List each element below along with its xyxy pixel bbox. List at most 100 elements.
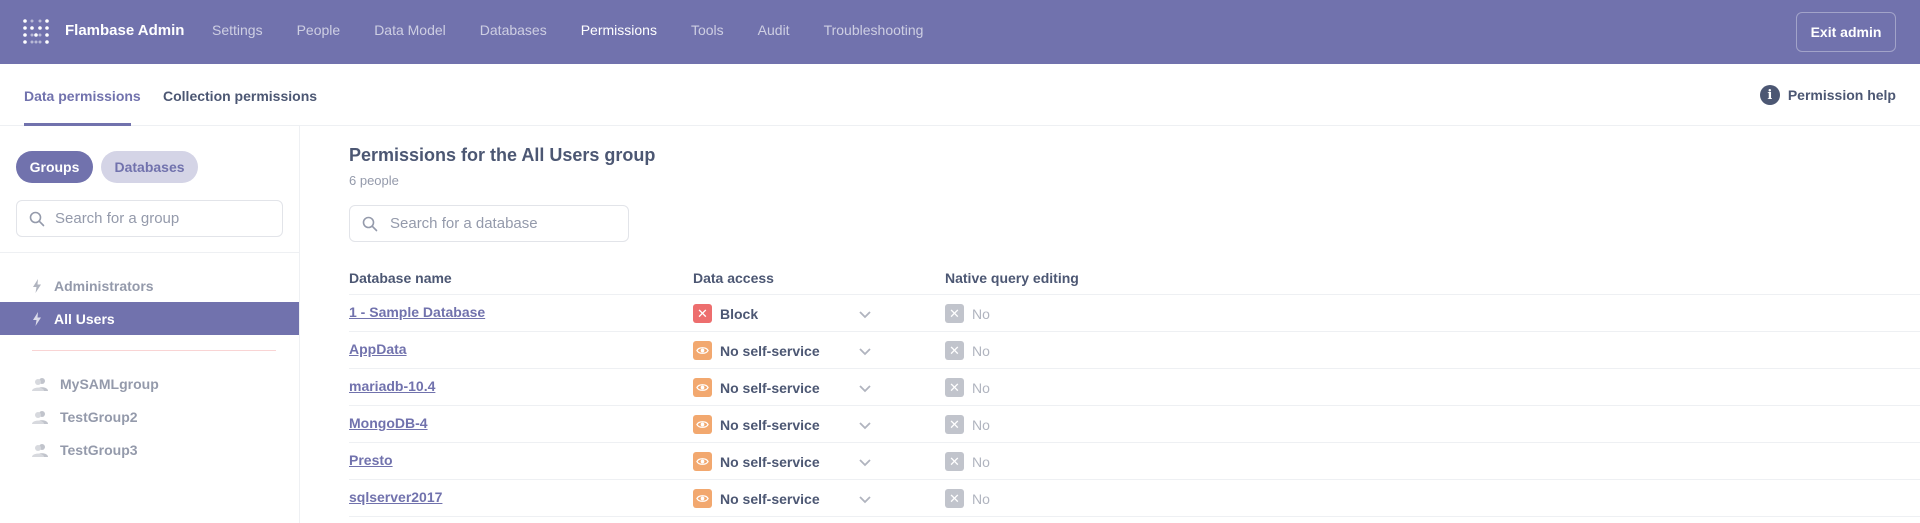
native-query-cell: ✕ No [945,489,990,508]
database-link[interactable]: AppData [349,341,407,357]
logo-icon[interactable] [22,18,50,46]
data-access-select[interactable]: No self-service [693,378,820,397]
top-nav: Flambase Admin Settings People Data Mode… [0,0,1920,64]
database-search-input[interactable] [390,215,590,232]
table-row: sqlserver2017 No self-service ✕ No [349,480,1920,517]
database-link[interactable]: mariadb-10.4 [349,378,435,394]
table-header: Database name Data access Native query e… [349,262,1920,295]
nav-data-model[interactable]: Data Model [374,22,446,38]
users-icon [32,377,48,391]
eye-icon [693,415,712,434]
native-query-value: No [972,379,990,396]
users-icon [32,443,48,457]
table-row: MongoDB-4 No self-service ✕ No [349,406,1920,443]
exit-admin-button[interactable]: Exit admin [1796,12,1896,52]
nav-tools[interactable]: Tools [691,22,724,38]
eye-icon [693,489,712,508]
native-query-cell: ✕ No [945,341,990,360]
page-title: Permissions for the All Users group [349,145,656,165]
data-access-value: No self-service [720,379,820,396]
data-access-value: No self-service [720,453,820,470]
data-access-value: No self-service [720,416,820,433]
native-query-value: No [972,453,990,470]
eye-icon [693,341,712,360]
permission-help-link[interactable]: i Permission help [1759,85,1896,105]
groups-sidebar: Groups Databases Administrators All User… [0,126,300,523]
info-icon: i [1759,85,1780,105]
eye-icon [693,452,712,471]
data-access-select[interactable]: No self-service [693,341,820,360]
data-access-select[interactable]: No self-service [693,489,820,508]
native-query-value: No [972,305,990,322]
column-database-name: Database name [349,270,452,286]
data-access-select[interactable]: ✕ Block [693,304,758,323]
table-row: AppData No self-service ✕ No [349,332,1920,369]
group-search-box [16,200,283,237]
users-icon [32,410,48,424]
tab-data-permissions[interactable]: Data permissions [24,88,141,104]
sidebar-item-testgroup3[interactable]: TestGroup3 [0,433,299,466]
search-icon [29,211,45,226]
native-query-cell: ✕ No [945,415,990,434]
data-access-select[interactable]: No self-service [693,452,820,471]
brand-title: Flambase Admin [65,22,185,39]
database-link[interactable]: sqlserver2017 [349,489,442,505]
tab-collection-permissions[interactable]: Collection permissions [163,88,317,104]
nav-audit[interactable]: Audit [758,22,790,38]
sidebar-item-label: TestGroup3 [60,441,138,458]
permission-help-label: Permission help [1787,87,1896,103]
close-icon: ✕ [945,452,964,471]
group-separator [32,350,276,351]
chevron-down-icon[interactable] [857,306,873,322]
native-query-value: No [972,490,990,507]
sidebar-divider [0,252,300,253]
sidebar-item-mysamlgroup[interactable]: MySAMLgroup [0,367,299,400]
sidebar-item-administrators[interactable]: Administrators [0,269,299,302]
databases-toggle-button[interactable]: Databases [101,151,198,183]
groups-toggle-button[interactable]: Groups [16,151,93,183]
close-icon: ✕ [945,378,964,397]
nav-troubleshooting[interactable]: Troubleshooting [824,22,924,38]
database-search-box [349,205,629,242]
close-icon: ✕ [945,489,964,508]
permissions-tabs: Data permissions Collection permissions … [0,64,1920,126]
table-row: Presto No self-service ✕ No [349,443,1920,480]
database-link[interactable]: MongoDB-4 [349,415,428,431]
chevron-down-icon[interactable] [857,343,873,359]
sidebar-item-testgroup2[interactable]: TestGroup2 [0,400,299,433]
block-icon: ✕ [693,304,712,323]
sidebar-item-label: All Users [54,310,115,327]
database-link[interactable]: 1 - Sample Database [349,304,485,320]
sidebar-item-all-users[interactable]: All Users [0,302,299,335]
nav-links: Settings People Data Model Databases Per… [212,22,957,38]
chevron-down-icon[interactable] [857,380,873,396]
sidebar-item-label: MySAMLgroup [60,375,159,392]
sidebar-item-label: TestGroup2 [60,408,138,425]
column-native-query: Native query editing [945,270,1079,286]
nav-permissions[interactable]: Permissions [581,22,657,38]
chevron-down-icon[interactable] [857,454,873,470]
bolt-icon [33,278,41,293]
data-access-value: No self-service [720,342,820,359]
eye-icon [693,378,712,397]
native-query-cell: ✕ No [945,378,990,397]
table-row: mariadb-10.4 No self-service ✕ No [349,369,1920,406]
chevron-down-icon[interactable] [857,417,873,433]
database-link[interactable]: Presto [349,452,393,468]
native-query-value: No [972,342,990,359]
native-query-cell: ✕ No [945,304,990,323]
data-access-value: No self-service [720,490,820,507]
native-query-value: No [972,416,990,433]
bolt-icon [33,311,41,326]
data-access-value: Block [720,305,759,322]
member-count: 6 people [349,173,399,188]
native-query-cell: ✕ No [945,452,990,471]
nav-settings[interactable]: Settings [212,22,263,38]
data-access-select[interactable]: No self-service [693,415,820,434]
close-icon: ✕ [945,304,964,323]
close-icon: ✕ [945,415,964,434]
nav-databases[interactable]: Databases [480,22,547,38]
nav-people[interactable]: People [297,22,341,38]
chevron-down-icon[interactable] [857,491,873,507]
group-search-input[interactable] [55,210,255,227]
